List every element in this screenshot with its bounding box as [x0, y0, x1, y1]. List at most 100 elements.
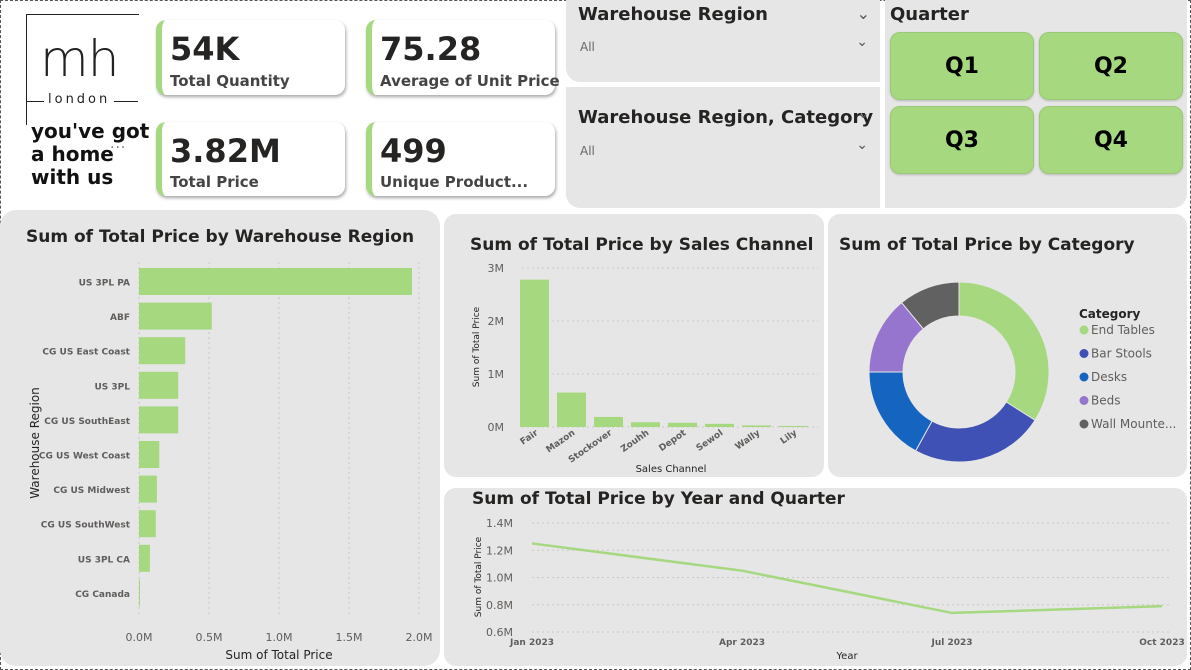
y-axis-title: Warehouse Region	[28, 387, 42, 499]
bar	[631, 422, 660, 427]
bar	[139, 544, 150, 572]
x-tick-label: 2.0M	[406, 631, 433, 644]
legend-marker	[1079, 419, 1089, 429]
donut-slice	[914, 401, 1036, 463]
kpi-card-total-quantity: 54K Total Quantity	[156, 20, 345, 95]
bar	[779, 425, 808, 427]
y-tick-label: 1.2M	[486, 544, 513, 557]
x-tick-label: Jan 2023	[509, 638, 554, 648]
chart-panel-warehouse-region: Sum of Total Price by Warehouse Region 0…	[0, 210, 440, 666]
bar	[139, 579, 140, 607]
y-tick-label: CG US SouthWest	[41, 521, 131, 531]
legend-item-label: Bar Stools	[1091, 347, 1152, 361]
y-tick-label: 0.6M	[486, 626, 513, 639]
x-tick-label: Oct 2023	[1139, 638, 1184, 648]
logo-subtext: london	[44, 92, 115, 107]
warehouse-region-bar-chart: 0.0M 0.5M 1.0M 1.5M 2.0M US 3PL PA ABF CG US Ea…	[28, 262, 433, 662]
x-tick-label: Zouhh	[619, 428, 651, 455]
tagline-line: you've got	[31, 119, 150, 143]
bar	[139, 371, 179, 399]
bar	[668, 422, 697, 427]
year-quarter-line-chart: 0.6M 0.8M 1.0M 1.2M 1.4M Jan 2023 Apr 2023 Jul …	[474, 517, 1185, 662]
y-tick-label: 1.4M	[486, 517, 513, 530]
x-tick-label: 0.5M	[196, 631, 223, 644]
donut-slice	[868, 371, 933, 452]
bar	[139, 510, 156, 538]
slicer-warehouse-region[interactable]: Warehouse Region ⌄ All ⌄	[566, 0, 880, 82]
x-axis-title: Sum of Total Price	[225, 648, 332, 662]
quarter-button-q1[interactable]: Q1	[890, 32, 1034, 100]
more-options-icon[interactable]: ...	[110, 136, 126, 152]
bar	[139, 337, 186, 365]
y-tick-label: CG US SouthEast	[44, 417, 130, 427]
brand-tagline: you've got a home with us	[31, 120, 149, 189]
kpi-card-average-unit-price: 75.28 Average of Unit Price	[366, 20, 560, 95]
slicer-warehouse-region-category[interactable]: Warehouse Region, Category ⌄ All ⌄	[566, 87, 880, 208]
x-tick-label: Sewol	[695, 428, 725, 453]
x-tick-label: 1.5M	[336, 631, 363, 644]
chevron-down-icon[interactable]: ⌄	[857, 103, 870, 122]
y-axis-title: Sum of Total Price	[474, 536, 484, 617]
x-tick-label: Apr 2023	[719, 638, 765, 648]
y-tick-label: 1.0M	[486, 572, 513, 585]
y-tick-label: US 3PL PA	[79, 279, 130, 289]
y-tick-label: CG Canada	[75, 590, 130, 600]
x-tick-label: Fair	[519, 428, 541, 448]
bar	[139, 441, 160, 468]
bar	[742, 425, 771, 427]
chevron-down-icon[interactable]: ⌄	[857, 4, 870, 23]
chart-panel-sales-channel: Sum of Total Price by Sales Channel 0M 1M…	[444, 214, 824, 477]
slicer-title: Warehouse Region	[578, 4, 768, 25]
y-axis-title: Sum of Total Price	[472, 306, 482, 387]
y-tick-label: 1M	[488, 368, 505, 381]
kpi-label: Total Price	[170, 173, 259, 191]
series-line	[531, 542, 1163, 615]
legend-marker	[1079, 372, 1089, 382]
y-tick-label: CG US Midwest	[53, 486, 130, 496]
y-tick-label: 2M	[488, 315, 505, 328]
x-tick-label: 0.0M	[126, 631, 153, 644]
x-tick-label: 1.0M	[266, 631, 293, 644]
slicer-selected-value[interactable]: All	[580, 40, 595, 54]
bar	[520, 279, 549, 427]
y-tick-label: 0.8M	[486, 599, 513, 612]
legend-title: Category	[1079, 307, 1141, 321]
chevron-down-icon[interactable]: ⌄	[856, 34, 868, 50]
bar	[139, 406, 179, 434]
y-tick-label: CG US East Coast	[42, 348, 130, 358]
legend-item-label: Beds	[1091, 394, 1120, 408]
donut-slice	[958, 281, 1050, 421]
quarter-button-q4[interactable]: Q4	[1039, 106, 1183, 174]
x-tick-label: Wally	[734, 428, 763, 452]
y-tick-label: US 3PL CA	[78, 555, 130, 565]
bar	[139, 475, 157, 503]
bar	[139, 268, 412, 295]
slicer-selected-value[interactable]: All	[580, 144, 595, 158]
kpi-value: 75.28	[380, 30, 482, 68]
y-tick-label: US 3PL	[94, 382, 130, 392]
bar	[705, 423, 734, 427]
y-tick-label: 3M	[488, 262, 505, 275]
bar	[557, 392, 586, 427]
x-tick-label: Mazon	[545, 428, 578, 455]
quarter-button-q2[interactable]: Q2	[1039, 32, 1183, 100]
quarter-slicer: Quarter Q1 Q2 Q3 Q4	[885, 0, 1187, 208]
chevron-down-icon[interactable]: ⌄	[856, 137, 868, 153]
kpi-label: Unique Product...	[380, 173, 529, 191]
y-tick-label: 0M	[488, 421, 505, 434]
y-tick-label: ABF	[110, 313, 130, 323]
tagline-line: a home	[31, 142, 114, 166]
x-tick-label: Depot	[657, 428, 688, 454]
kpi-card-total-price: 3.82M Total Price	[156, 122, 345, 196]
bar	[139, 302, 212, 330]
chart-panel-year-quarter: Sum of Total Price by Year and Quarter 0…	[444, 488, 1187, 666]
sales-channel-bar-chart: 0M1M2M3MFair MazonStockover Zouhh Depot Sewo…	[472, 262, 818, 475]
quarter-button-q3[interactable]: Q3	[890, 106, 1034, 174]
legend-item-label: Wall Mounte...	[1091, 417, 1176, 431]
kpi-card-unique-products: 499 Unique Product...	[366, 122, 555, 196]
slicer-title: Warehouse Region, Category	[578, 107, 874, 128]
kpi-value: 3.82M	[170, 132, 281, 170]
x-axis-title: Sales Channel	[636, 464, 707, 475]
slicer-title: Quarter	[890, 4, 969, 25]
legend-item-label: End Tables	[1091, 323, 1155, 337]
